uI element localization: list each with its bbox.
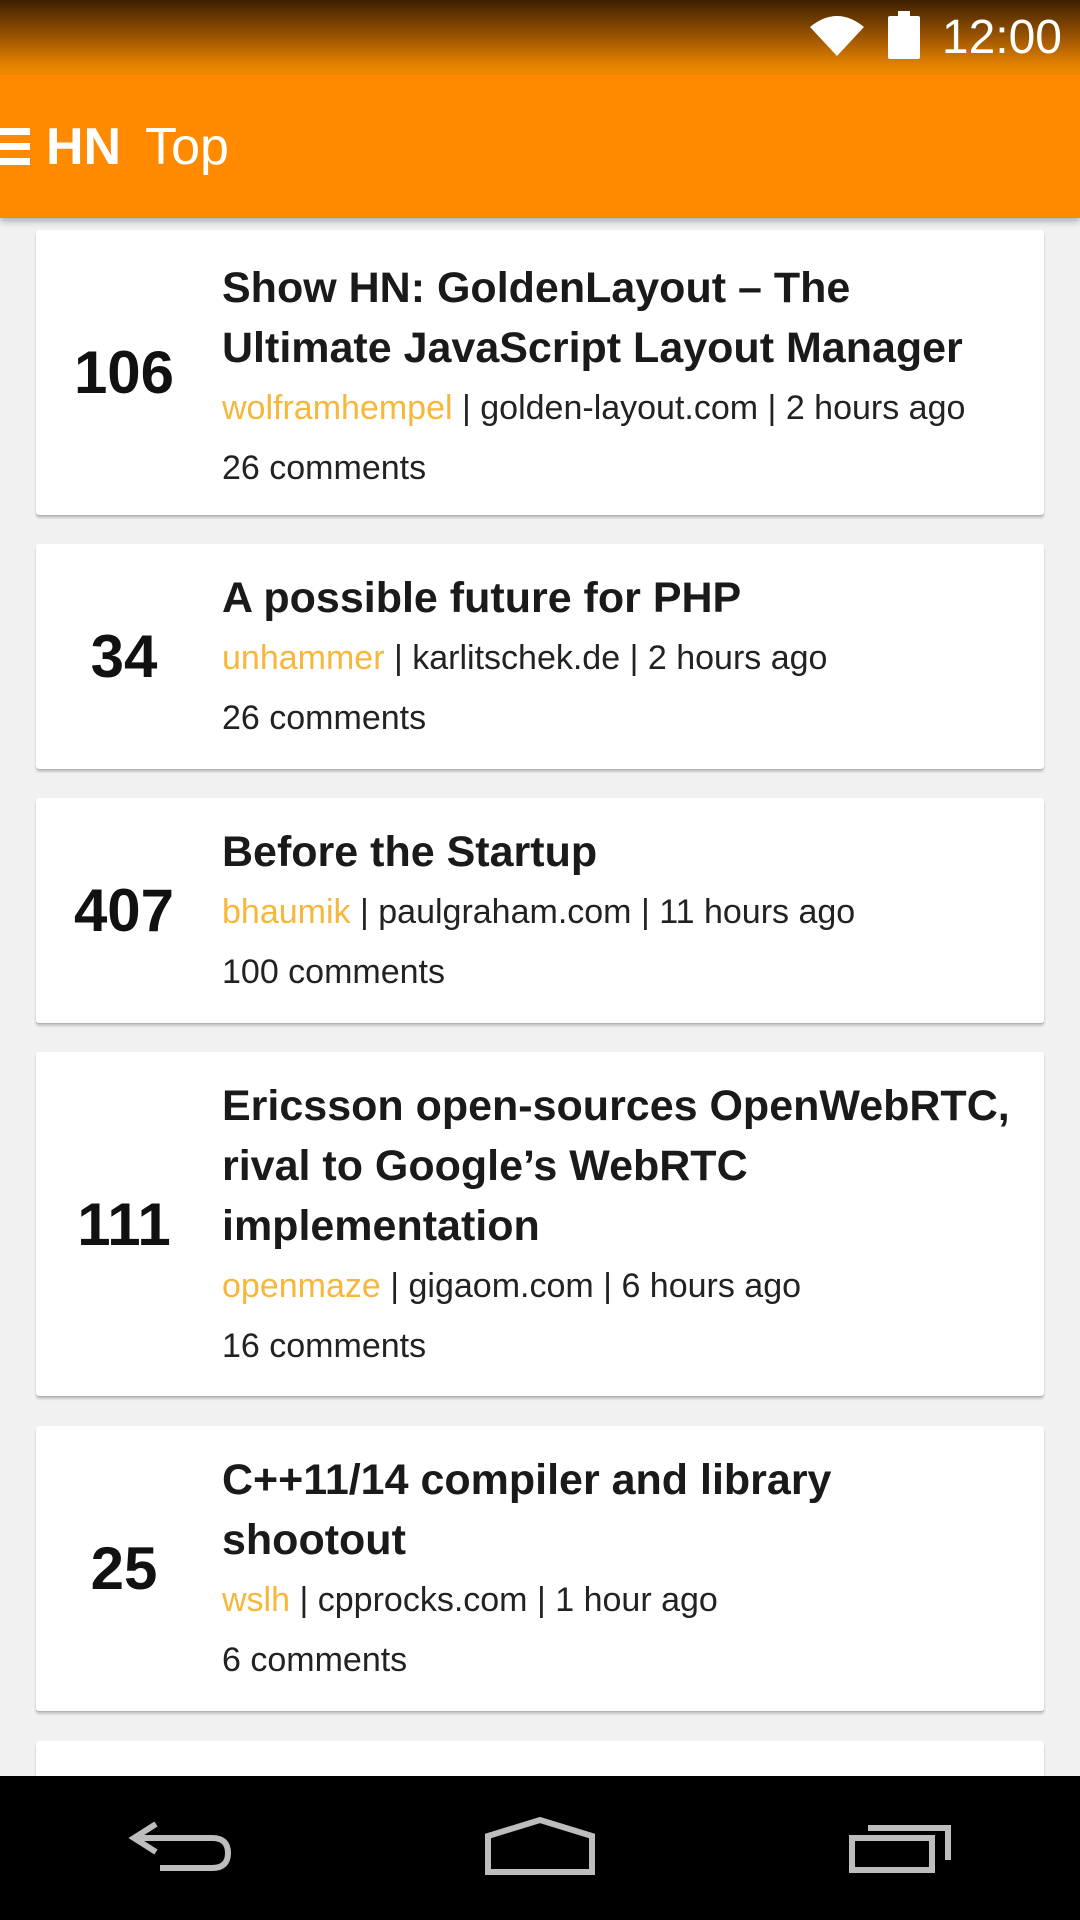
meta-separator: | [536,1581,556,1619]
back-icon [128,1818,232,1879]
story-comments[interactable]: 100 comments [222,942,1020,1002]
story-author[interactable]: bhaumik [222,893,351,931]
status-clock: 12:00 [941,11,1062,64]
home-icon [484,1816,596,1881]
story-time: 11 hours ago [659,893,856,931]
story-time: 1 hour ago [555,1581,718,1619]
toolbar-title: Top [145,117,229,176]
story-title[interactable]: A possible future for PHP [222,568,1020,628]
story-domain: paulgraham.com [378,893,632,931]
story-card[interactable]: 106 Show HN: GoldenLayout – The Ultimate… [36,230,1044,515]
system-nav-bar [0,1776,1080,1920]
story-score: 34 [90,623,158,690]
meta-separator: | [461,389,481,427]
app-logo[interactable]: HN [46,117,121,177]
home-button[interactable] [470,1808,610,1888]
story-card-partial[interactable] [36,1741,1044,1776]
story-score: 25 [90,1535,158,1602]
story-time: 6 hours ago [621,1267,802,1305]
story-comments[interactable]: 26 comments [222,438,1020,498]
screen: 12:00 HN Top 106 Show HN: GoldenLayout –… [0,0,1080,1920]
meta-separator: | [603,1267,622,1305]
story-domain: karlitschek.de [412,639,621,677]
story-comments[interactable]: 6 comments [222,1630,1020,1690]
story-comments[interactable]: 16 comments [222,1316,1020,1376]
story-score: 407 [73,877,175,944]
story-meta: wslh | cpprocks.com | 1 hour ago [222,1570,1020,1630]
story-domain: golden-layout.com [480,389,759,427]
story-card[interactable]: 111 Ericsson open-sources OpenWebRTC, ri… [36,1052,1044,1396]
story-meta: openmaze | gigaom.com | 6 hours ago [222,1256,1020,1316]
story-domain: cpprocks.com [317,1581,528,1619]
story-body: Show HN: GoldenLayout – The Ultimate Jav… [222,258,1020,498]
story-body: Ericsson open-sources OpenWebRTC, rival … [222,1076,1020,1376]
meta-separator: | [629,639,648,677]
meta-separator: | [299,1581,318,1619]
meta-separator: | [767,389,786,427]
meta-separator: | [393,639,413,677]
meta-separator: | [390,1267,409,1305]
story-domain: gigaom.com [408,1267,594,1305]
story-meta: wolframhempel | golden-layout.com | 2 ho… [222,378,1020,438]
recents-button[interactable] [830,1808,970,1888]
story-meta: unhammer | karlitschek.de | 2 hours ago [222,628,1020,688]
story-score: 111 [77,1190,171,1258]
story-body: A possible future for PHP unhammer | kar… [222,568,1020,748]
story-title[interactable]: Ericsson open-sources OpenWebRTC, rival … [222,1076,1020,1256]
recents-icon [848,1818,952,1879]
story-score: 106 [73,339,175,406]
story-card[interactable]: 407 Before the Startup bhaumik | paulgra… [36,798,1044,1023]
story-author[interactable]: wslh [222,1581,290,1619]
battery-icon [887,11,920,64]
wifi-icon [808,13,866,62]
back-button[interactable] [110,1808,250,1888]
app-toolbar: HN Top [0,75,1080,218]
story-card[interactable]: 34 A possible future for PHP unhammer | … [36,544,1044,769]
meta-separator: | [640,893,660,931]
story-body: Before the Startup bhaumik | paulgraham.… [222,822,1020,1002]
story-time: 2 hours ago [785,389,966,427]
menu-icon[interactable] [0,124,30,170]
story-title[interactable]: C++11/14 compiler and library shootout [222,1450,1020,1570]
story-title[interactable]: Before the Startup [222,822,1020,882]
story-author[interactable]: unhammer [222,639,385,677]
story-body: C++11/14 compiler and library shootout w… [222,1450,1020,1690]
story-author[interactable]: openmaze [222,1267,381,1305]
story-title[interactable]: Show HN: GoldenLayout – The Ultimate Jav… [222,258,1020,378]
story-author[interactable]: wolframhempel [222,389,453,427]
status-bar: 12:00 [0,0,1080,75]
story-list[interactable]: 106 Show HN: GoldenLayout – The Ultimate… [0,218,1080,1776]
story-comments[interactable]: 26 comments [222,688,1020,748]
story-meta: bhaumik | paulgraham.com | 11 hours ago [222,882,1020,942]
meta-separator: | [359,893,379,931]
story-time: 2 hours ago [647,639,828,677]
story-card[interactable]: 25 C++11/14 compiler and library shootou… [36,1426,1044,1711]
